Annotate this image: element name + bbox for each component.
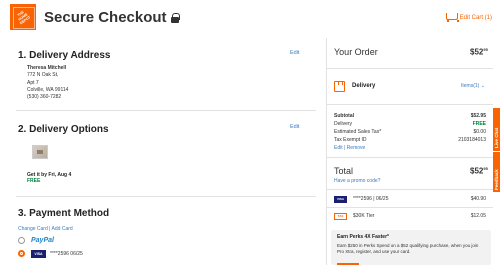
address-block: Theresa Mitchell 772 N Oak St, Apt 7 Col… [27,65,68,101]
summary-value: FREE [472,121,486,127]
chevron-down-icon: ⌄ [480,83,485,89]
edit-cart-label: Edit Cart (1) [459,14,492,21]
address-city: Colville, WA 99114 [27,86,69,93]
edit-address-link[interactable]: Edit [290,50,299,56]
payment-split-amount: $12.05 [470,213,486,219]
panel-divider [327,104,493,105]
page-title: Secure Checkout [44,9,180,26]
payment-split-label: ****2596 | 06/25 [353,196,389,202]
total-label: Total [334,166,354,176]
section-divider [16,196,316,197]
address-apt: Apt 7 [27,79,39,86]
feedback-label[interactable]: Feedback [494,169,499,190]
perks-promo-card: Earn Perks 4X Faster* Earn $250 in Perks… [331,230,491,265]
perks-title: Earn Perks 4X Faster* [337,234,389,240]
visa-card-radio[interactable] [18,250,25,257]
delivery-options-title: 2. Delivery Options [18,124,109,135]
logo-text: THE HOME DEPOT [16,10,32,26]
cart-icon [444,13,459,22]
panel-divider [327,68,493,69]
total-amount-main: $52 [470,166,484,176]
summary-label: Subtotal [334,113,354,119]
address-street: 772 N Oak St, [27,72,59,79]
summary-value: $0.00 [473,129,486,135]
visa-card-icon: VISA [31,250,46,258]
card-number: ****2596 06/25 [50,251,83,257]
home-depot-logo[interactable]: THE HOME DEPOT [10,4,36,30]
payment-split-row: VISA ****2596 | 06/25 $40.90 [334,193,486,205]
panel-divider [327,207,493,208]
recipient-name: Theresa Mitchell [27,65,67,71]
delivery-row: Delivery FREE [334,121,486,127]
promo-code-link[interactable]: Have a promo code? [334,178,380,184]
order-amount-main: $52 [470,47,484,57]
section-divider [16,110,316,111]
side-feedback-tab[interactable]: Live Chat Feedback [493,108,500,192]
side-tab-divider [493,151,500,152]
payment-split-amount: $40.90 [470,196,486,202]
product-thumbnail [32,145,48,159]
edit-cart-link[interactable]: Edit Cart (1) [444,13,492,22]
perks-description: Earn $250 in Perks Spend on a $52 qualif… [337,243,479,254]
summary-label: Delivery [334,121,353,127]
change-add-card-links[interactable]: Change Card | Add Card [18,226,73,232]
delivery-label: Delivery [352,83,376,89]
delivery-box-icon [334,81,345,92]
payment-split-row: TAX $30K Tier $12.05 [334,210,486,222]
order-amount: $5295 [470,47,488,57]
paypal-radio[interactable] [18,237,25,244]
total-amount: $5295 [470,166,488,176]
visa-card-icon: VISA [334,195,347,203]
items-toggle[interactable]: Items(1) ⌄ [461,83,485,89]
summary-value: 2103184013 [458,137,486,143]
items-link-label: Items(1) [461,83,480,89]
subtotal-row: Subtotal $52.95 [334,113,486,119]
live-chat-label[interactable]: Live Chat [494,128,499,148]
payment-method-title: 3. Payment Method [18,208,110,219]
delivery-cost: FREE [27,178,41,184]
tax-exempt-row: Tax Exempt ID 2103184013 [334,137,486,143]
edit-remove-links[interactable]: Edit | Remove [334,145,365,151]
delivery-address-title: 1. Delivery Address [18,50,111,61]
page-title-text: Secure Checkout [44,9,167,26]
summary-label: Tax Exempt ID [334,137,367,143]
tax-card-icon: TAX [334,212,347,220]
summary-value: $52.95 [470,113,486,119]
your-order-title: Your Order [334,47,378,57]
payment-split-label: $30K Tier [353,213,375,219]
paypal-label: PayPal [31,237,54,244]
edit-delivery-options-link[interactable]: Edit [290,124,299,130]
address-phone: (530) 360-7282 [27,94,62,101]
sales-tax-row: Estimated Sales Tax* $0.00 [334,129,486,135]
panel-divider [327,189,493,190]
panel-divider [327,157,493,158]
summary-label: Estimated Sales Tax* [334,129,382,135]
total-amount-cents: 95 [483,166,488,171]
order-amount-cents: 95 [483,47,488,52]
lock-icon [170,13,180,23]
